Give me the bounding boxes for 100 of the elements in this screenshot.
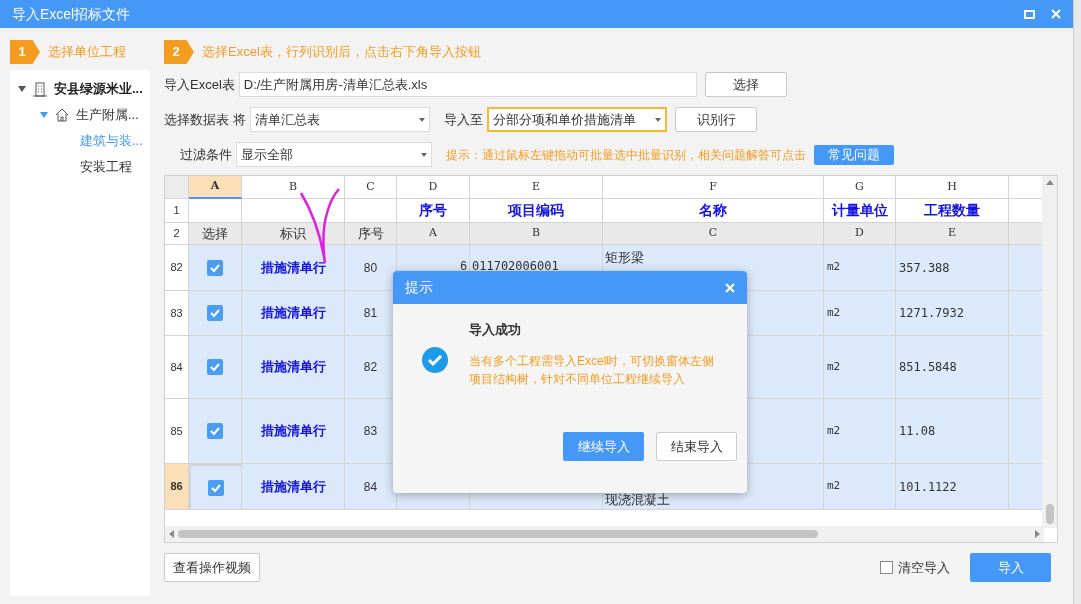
table-cell bbox=[1009, 223, 1044, 245]
close-icon[interactable] bbox=[725, 282, 735, 293]
window-title: 导入Excel招标文件 bbox=[12, 4, 131, 24]
table-cell: m2 bbox=[824, 291, 896, 336]
checkbox[interactable] bbox=[880, 561, 893, 574]
building-icon bbox=[32, 81, 48, 97]
column-header: G bbox=[824, 176, 896, 199]
column-header: C bbox=[345, 176, 397, 199]
scroll-left-icon[interactable] bbox=[169, 530, 174, 538]
table-cell bbox=[189, 199, 242, 223]
step-label: 选择单位工程 bbox=[48, 43, 126, 62]
table-cell: 措施清单行 bbox=[242, 245, 345, 291]
field-label: 导入Excel表 bbox=[164, 75, 235, 94]
table-cell: 措施清单行 bbox=[242, 464, 345, 510]
column-header: F bbox=[603, 176, 824, 199]
table-cell: m2 bbox=[824, 464, 896, 510]
table-cell: 851.5848 bbox=[896, 336, 1009, 399]
table-cell: 序号 bbox=[397, 199, 470, 223]
table-cell: E bbox=[896, 223, 1009, 245]
row-header: 86 bbox=[165, 464, 189, 510]
table-cell: 1271.7932 bbox=[896, 291, 1009, 336]
table-cell bbox=[1009, 245, 1044, 291]
scroll-right-icon[interactable] bbox=[1035, 530, 1040, 538]
tree-item[interactable]: 安县绿源米业... bbox=[54, 79, 143, 99]
table-cell: 80 bbox=[345, 245, 397, 291]
row-header: 83 bbox=[165, 291, 189, 336]
table-cell: 选择 bbox=[189, 223, 242, 245]
row-header: 82 bbox=[165, 245, 189, 291]
checkbox[interactable] bbox=[208, 479, 224, 496]
dropdown-caret-icon bbox=[655, 117, 661, 122]
table-cell: 名称 bbox=[603, 199, 824, 223]
table-cell: 措施清单行 bbox=[242, 291, 345, 336]
step-badge: 1 bbox=[10, 40, 40, 64]
row-header: 84 bbox=[165, 336, 189, 399]
table-cell: D bbox=[824, 223, 896, 245]
table-cell: 措施清单行 bbox=[242, 336, 345, 399]
button[interactable]: 识别行 bbox=[675, 107, 757, 132]
table-cell: m2 bbox=[824, 336, 896, 399]
table-cell bbox=[1009, 291, 1044, 336]
scroll-thumb[interactable] bbox=[1045, 504, 1054, 524]
step-label: 选择Excel表，行列识别后，点击右下角导入按钮 bbox=[202, 43, 481, 62]
button[interactable]: 结束导入 bbox=[656, 432, 737, 461]
tree-item[interactable]: 生产附属... bbox=[76, 105, 139, 125]
table-cell bbox=[1009, 336, 1044, 399]
column-header: A bbox=[189, 176, 242, 199]
button[interactable]: 选择 bbox=[704, 72, 787, 97]
table-cell: 工程数量 bbox=[896, 199, 1009, 223]
table-cell: A bbox=[397, 223, 470, 245]
scroll-thumb[interactable] bbox=[178, 530, 818, 538]
table-cell: m2 bbox=[824, 399, 896, 464]
success-check-icon bbox=[421, 346, 449, 374]
dialog-heading: 导入成功 bbox=[469, 321, 522, 339]
dropdown-caret-icon bbox=[419, 117, 425, 122]
table-cell: 101.1122 bbox=[896, 464, 1009, 510]
table-cell: 11.08 bbox=[896, 399, 1009, 464]
checkbox[interactable] bbox=[207, 359, 223, 375]
table-cell: 措施清单行 bbox=[242, 399, 345, 464]
column-header: D bbox=[397, 176, 470, 199]
checkbox[interactable] bbox=[207, 259, 223, 276]
field-label: 选择数据表 bbox=[164, 110, 229, 129]
field-label: 将 bbox=[233, 110, 246, 129]
maximize-icon[interactable] bbox=[1024, 9, 1035, 19]
step-badge: 2 bbox=[164, 40, 194, 64]
checkbox[interactable] bbox=[207, 305, 223, 321]
checkbox-label: 清空导入 bbox=[898, 558, 950, 577]
field-label: 导入至 bbox=[444, 110, 483, 129]
table-cell bbox=[1009, 464, 1044, 510]
dropdown-caret-icon bbox=[421, 152, 427, 157]
row-header: 1 bbox=[165, 199, 189, 223]
house-icon bbox=[54, 107, 70, 123]
scroll-up-icon[interactable] bbox=[1045, 180, 1054, 185]
field-label: 过滤条件 bbox=[180, 145, 232, 164]
table-cell: 项目编码 bbox=[470, 199, 603, 223]
table-cell bbox=[1009, 399, 1044, 464]
table-cell: 标识 bbox=[242, 223, 345, 245]
table-cell: C bbox=[603, 223, 824, 245]
table-cell: 357.388 bbox=[896, 245, 1009, 291]
file-path-field[interactable]: D:/生产附属用房-清单汇总表.xls bbox=[238, 72, 697, 97]
button[interactable]: 查看操作视频 bbox=[164, 553, 260, 582]
dropdown[interactable]: 分部分项和单价措施清单 bbox=[487, 107, 667, 132]
table-cell: 计量单位 bbox=[824, 199, 896, 223]
column-header: B bbox=[242, 176, 345, 199]
dropdown[interactable]: 显示全部 bbox=[236, 142, 432, 167]
table-cell: B bbox=[470, 223, 603, 245]
hint-text: 提示：通过鼠标左键拖动可批量选中批量识别，相关问题解答可点击 bbox=[446, 146, 806, 164]
column-header: E bbox=[470, 176, 603, 199]
table-cell: 序号 bbox=[345, 223, 397, 245]
table-cell: m2 bbox=[824, 245, 896, 291]
table-cell: 84 bbox=[345, 464, 397, 510]
vertical-scrollbar[interactable] bbox=[1042, 176, 1057, 528]
row-header: 2 bbox=[165, 223, 189, 245]
close-icon[interactable] bbox=[1051, 9, 1061, 19]
collapse-icon[interactable] bbox=[18, 86, 26, 92]
checkbox[interactable] bbox=[207, 423, 223, 439]
dropdown[interactable]: 清单汇总表 bbox=[250, 107, 430, 132]
horizontal-scrollbar[interactable] bbox=[165, 526, 1044, 542]
dialog-message: 当有多个工程需导入Excel时，可切换窗体左侧项目结构树，针对不同单位工程继续导入 bbox=[469, 352, 716, 388]
column-header: H bbox=[896, 176, 1009, 199]
tree-item[interactable]: 安装工程 bbox=[80, 157, 132, 177]
table-cell bbox=[345, 199, 397, 223]
